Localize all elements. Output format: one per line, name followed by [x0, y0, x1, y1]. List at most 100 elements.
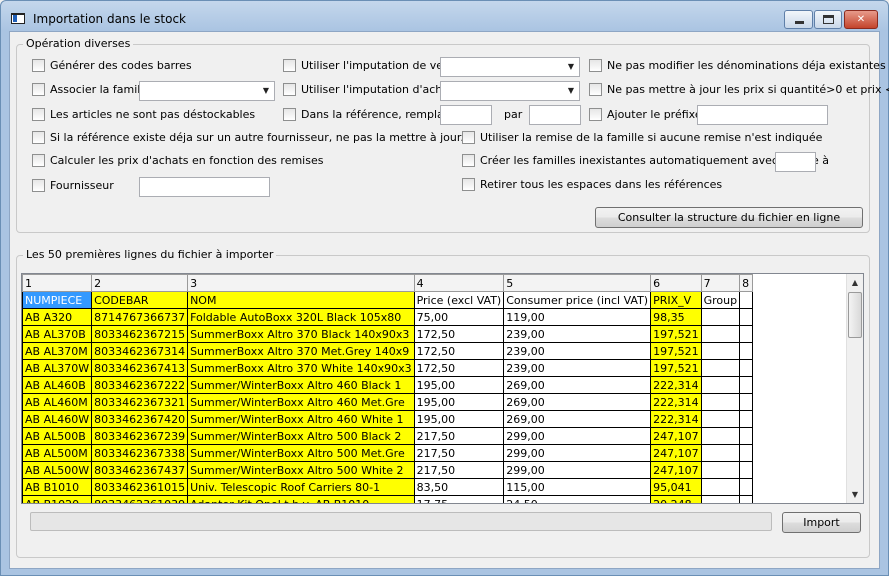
table-cell[interactable]: 8033462367215: [91, 325, 189, 343]
table-cell[interactable]: 115,00: [503, 478, 652, 496]
table-cell[interactable]: 247,107: [650, 427, 702, 445]
table-cell[interactable]: 269,00: [503, 410, 652, 428]
table-cell[interactable]: [700, 393, 741, 411]
table-cell[interactable]: 8033462367413: [91, 359, 189, 377]
table-row[interactable]: AB AL370M 8033462367314 SummerBoxx Altro 3…: [22, 342, 754, 360]
column-number-header[interactable]: 7: [700, 274, 741, 292]
checkbox-box[interactable]: [462, 131, 475, 144]
table-cell[interactable]: Summer/WinterBoxx Altro 500 White 2: [187, 461, 415, 479]
checkbox-box[interactable]: [462, 178, 475, 191]
table-cell[interactable]: Summer/WinterBoxx Altro 460 White 1: [187, 410, 415, 428]
field-header-cell[interactable]: Price (excl VAT): [413, 291, 505, 309]
table-cell[interactable]: [739, 325, 754, 343]
table-cell[interactable]: [739, 478, 754, 496]
supplier-checkbox[interactable]: Fournisseur: [32, 179, 114, 192]
chevron-down-icon[interactable]: ▼: [563, 58, 579, 76]
table-cell[interactable]: 222,314: [650, 410, 702, 428]
table-cell[interactable]: AB AL370B: [22, 325, 93, 343]
table-cell[interactable]: AB AL500M: [22, 444, 93, 462]
table-cell[interactable]: 299,00: [503, 444, 652, 462]
table-cell[interactable]: [739, 376, 754, 394]
table-cell[interactable]: [700, 495, 741, 503]
table-row[interactable]: AB AL460W 8033462367420 Summer/WinterBoxx …: [22, 410, 754, 428]
field-header-cell[interactable]: NOM: [187, 291, 415, 309]
table-cell[interactable]: 8033462361039: [91, 495, 189, 503]
table-cell[interactable]: 8033462367239: [91, 427, 189, 445]
table-cell[interactable]: AB AL370M: [22, 342, 93, 360]
table-cell[interactable]: 239,00: [503, 325, 652, 343]
table-cell[interactable]: 197,521: [650, 359, 702, 377]
column-number-header[interactable]: 3: [187, 274, 415, 292]
not-destockable-checkbox[interactable]: Les articles ne sont pas déstockables: [32, 108, 255, 121]
checkbox-box[interactable]: [32, 154, 45, 167]
table-cell[interactable]: [739, 461, 754, 479]
table-cell[interactable]: 8033462367321: [91, 393, 189, 411]
field-header-cell[interactable]: CODEBAR: [91, 291, 189, 309]
table-cell[interactable]: AB B1010: [22, 478, 93, 496]
table-cell[interactable]: 17,75: [413, 495, 505, 503]
field-header-row[interactable]: NUMPIECE CODEBAR NOM Price (excl VAT) Consum…: [22, 291, 754, 309]
add-prefix-checkbox[interactable]: Ajouter le préfixe: [589, 108, 702, 121]
table-cell[interactable]: [739, 495, 754, 503]
calc-prices-checkbox[interactable]: Calculer les prix d'achats en fonction d…: [32, 154, 323, 167]
chevron-down-icon[interactable]: ▼: [258, 82, 274, 100]
table-cell[interactable]: Summer/WinterBoxx Altro 500 Black 2: [187, 427, 415, 445]
table-cell[interactable]: [700, 342, 741, 360]
field-header-cell[interactable]: Consumer price (incl VAT): [503, 291, 652, 309]
table-cell[interactable]: SummerBoxx Altro 370 Met.Grey 140x9: [187, 342, 415, 360]
table-cell[interactable]: 20,248: [650, 495, 702, 503]
table-cell[interactable]: [700, 461, 741, 479]
table-cell[interactable]: 247,107: [650, 461, 702, 479]
checkbox-box[interactable]: [32, 131, 45, 144]
scroll-up-icon[interactable]: ▲: [847, 274, 863, 291]
field-header-cell[interactable]: PRIX_V: [650, 291, 702, 309]
assoc-family-checkbox[interactable]: Associer la famille: [32, 83, 150, 96]
gen-barcodes-checkbox[interactable]: Générer des codes barres: [32, 59, 192, 72]
table-cell[interactable]: 269,00: [503, 376, 652, 394]
no-modify-names-checkbox[interactable]: Ne pas modifier les dénominations déja e…: [589, 59, 886, 72]
table-cell[interactable]: 299,00: [503, 427, 652, 445]
table-cell[interactable]: AB AL500W: [22, 461, 93, 479]
table-cell[interactable]: [700, 308, 741, 326]
table-cell[interactable]: 217,50: [413, 427, 505, 445]
table-cell[interactable]: 172,50: [413, 359, 505, 377]
table-cell[interactable]: Univ. Telescopic Roof Carriers 80-1: [187, 478, 415, 496]
table-cell[interactable]: Foldable AutoBoxx 320L Black 105x80: [187, 308, 415, 326]
table-cell[interactable]: 222,314: [650, 393, 702, 411]
field-header-cell[interactable]: [739, 291, 754, 309]
table-cell[interactable]: Summer/WinterBoxx Altro 460 Black 1: [187, 376, 415, 394]
checkbox-box[interactable]: [589, 83, 602, 96]
table-row[interactable]: AB B1010 8033462361015 Univ. Telescopic Ro…: [22, 478, 754, 496]
column-number-header[interactable]: 2: [91, 274, 189, 292]
table-cell[interactable]: 239,00: [503, 342, 652, 360]
table-cell[interactable]: 8033462367314: [91, 342, 189, 360]
table-cell[interactable]: 222,314: [650, 376, 702, 394]
table-cell[interactable]: AB AL460W: [22, 410, 93, 428]
table-cell[interactable]: Adapter Kit Opel t.b.v. AB B1010: [187, 495, 415, 503]
column-number-header[interactable]: 6: [650, 274, 702, 292]
column-number-header[interactable]: 5: [503, 274, 652, 292]
table-cell[interactable]: [739, 410, 754, 428]
table-cell[interactable]: Summer/WinterBoxx Altro 460 Met.Gre: [187, 393, 415, 411]
table-row[interactable]: AB AL500B 8033462367239 Summer/WinterBoxx …: [22, 427, 754, 445]
table-cell[interactable]: [700, 478, 741, 496]
table-cell[interactable]: Summer/WinterBoxx Altro 500 Met.Gre: [187, 444, 415, 462]
table-cell[interactable]: 195,00: [413, 410, 505, 428]
chevron-down-icon[interactable]: ▼: [563, 82, 579, 100]
table-cell[interactable]: 8033462367437: [91, 461, 189, 479]
purchase-imputation-select[interactable]: ▼: [440, 81, 580, 101]
table-row[interactable]: AB AL460B 8033462367222 Summer/WinterBoxx …: [22, 376, 754, 394]
table-cell[interactable]: [739, 444, 754, 462]
table-cell[interactable]: 83,50: [413, 478, 505, 496]
table-cell[interactable]: AB AL460B: [22, 376, 93, 394]
table-cell[interactable]: [739, 359, 754, 377]
maximize-button[interactable]: [814, 10, 842, 29]
minimize-button[interactable]: [784, 10, 813, 29]
table-cell[interactable]: 195,00: [413, 393, 505, 411]
table-cell[interactable]: 247,107: [650, 444, 702, 462]
table-cell[interactable]: 24,50: [503, 495, 652, 503]
table-cell[interactable]: 197,521: [650, 342, 702, 360]
table-row[interactable]: AB AL370W 8033462367413 SummerBoxx Altro 3…: [22, 359, 754, 377]
checkbox-box[interactable]: [32, 83, 45, 96]
table-cell[interactable]: [700, 325, 741, 343]
